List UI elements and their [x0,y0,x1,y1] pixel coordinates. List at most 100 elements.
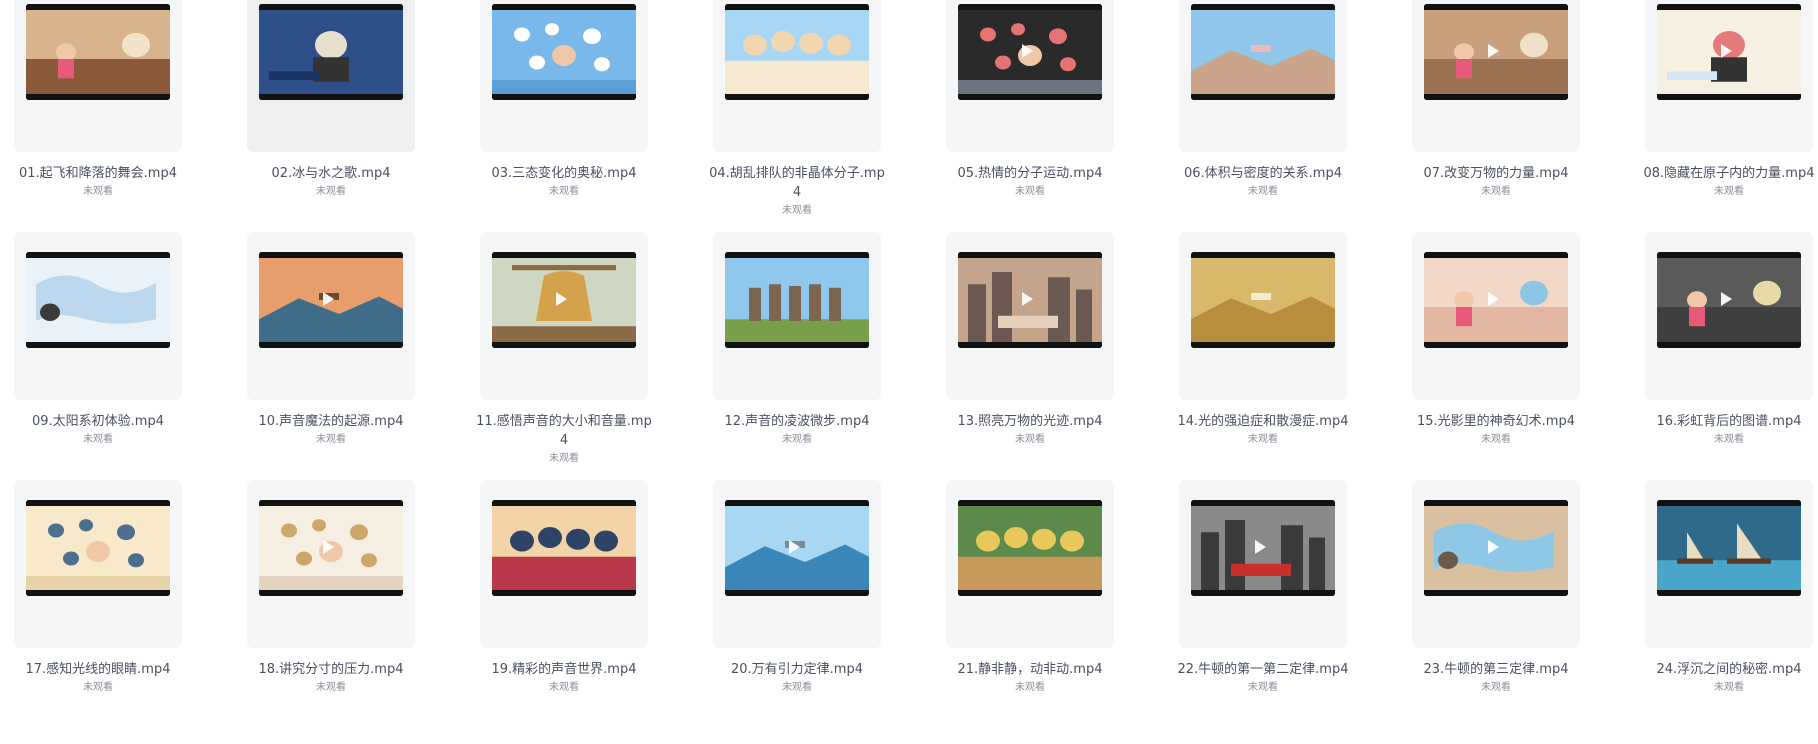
file-name-text[interactable]: 22.牛顿的第一第二定律.mp4 [1178,662,1349,677]
file-item[interactable]: 11.感悟声音的大小和音量.mp4 未观看 [476,232,652,496]
file-card[interactable] [247,0,415,152]
file-name[interactable]: 05.热情的分子运动.mp4 未观看 [940,164,1120,201]
video-thumbnail[interactable] [492,4,636,100]
video-thumbnail[interactable] [1424,4,1568,100]
file-item[interactable]: 16.彩虹背后的图谱.mp4 未观看 [1645,232,1813,496]
file-item[interactable]: 01.起飞和降落的舞会.mp4 未观看 [14,0,182,248]
file-item[interactable]: 21.静非静，动非动.mp4 未观看 [946,480,1114,744]
file-item[interactable]: 02.冰与水之歌.mp4 未观看 [247,0,415,248]
video-thumbnail[interactable] [26,252,170,348]
file-card[interactable] [14,480,182,648]
video-thumbnail[interactable] [1657,252,1801,348]
video-thumbnail[interactable] [958,4,1102,100]
file-item[interactable]: 17.感知光线的眼睛.mp4 未观看 [14,480,182,744]
file-name[interactable]: 17.感知光线的眼睛.mp4 未观看 [8,660,188,697]
file-item[interactable]: 19.精彩的声音世界.mp4 未观看 [480,480,648,744]
file-item[interactable]: 05.热情的分子运动.mp4 未观看 [946,0,1114,248]
file-item[interactable]: 06.体积与密度的关系.mp4 未观看 [1179,0,1347,248]
video-thumbnail[interactable] [26,4,170,100]
file-name[interactable]: 15.光影里的神奇幻术.mp4 未观看 [1406,412,1586,449]
file-name-text[interactable]: 20.万有引力定律.mp4 [731,662,863,677]
file-name[interactable]: 14.光的强迫症和散漫症.mp4 未观看 [1173,412,1353,449]
file-card[interactable] [946,480,1114,648]
file-item[interactable]: 14.光的强迫症和散漫症.mp4 未观看 [1178,232,1349,496]
file-card[interactable] [1645,0,1813,152]
file-card[interactable] [1179,232,1347,400]
video-thumbnail[interactable] [259,500,403,596]
file-name[interactable]: 23.牛顿的第三定律.mp4 未观看 [1406,660,1586,697]
file-name-text[interactable]: 10.声音魔法的起源.mp4 [259,414,404,429]
video-thumbnail[interactable] [725,4,869,100]
file-name-text[interactable]: 23.牛顿的第三定律.mp4 [1424,662,1569,677]
file-card[interactable] [14,0,182,152]
file-item[interactable]: 24.浮沉之间的秘密.mp4 未观看 [1645,480,1813,744]
file-name[interactable]: 07.改变万物的力量.mp4 未观看 [1406,164,1586,201]
file-item[interactable]: 03.三态变化的奥秘.mp4 未观看 [480,0,648,248]
video-thumbnail[interactable] [958,500,1102,596]
video-thumbnail[interactable] [259,252,403,348]
file-name[interactable]: 01.起飞和降落的舞会.mp4 未观看 [8,164,188,201]
file-name[interactable]: 20.万有引力定律.mp4 未观看 [707,660,887,697]
file-card[interactable] [946,232,1114,400]
file-item[interactable]: 12.声音的凌波微步.mp4 未观看 [713,232,881,496]
file-name[interactable]: 21.静非静，动非动.mp4 未观看 [940,660,1120,697]
file-name-text[interactable]: 06.体积与密度的关系.mp4 [1184,166,1342,181]
file-card[interactable] [480,232,648,400]
file-item[interactable]: 08.隐藏在原子内的力量.mp4 未观看 [1644,0,1815,248]
file-card[interactable] [1179,480,1347,648]
file-card[interactable] [1179,0,1347,152]
file-name-text[interactable]: 15.光影里的神奇幻术.mp4 [1417,414,1575,429]
file-name[interactable]: 22.牛顿的第一第二定律.mp4 未观看 [1173,660,1353,697]
file-item[interactable]: 13.照亮万物的光迹.mp4 未观看 [946,232,1114,496]
file-name-text[interactable]: 24.浮沉之间的秘密.mp4 [1657,662,1802,677]
file-card[interactable] [14,232,182,400]
file-name-text[interactable]: 16.彩虹背后的图谱.mp4 [1657,414,1802,429]
video-thumbnail[interactable] [725,500,869,596]
file-card[interactable] [946,0,1114,152]
file-name-text[interactable]: 13.照亮万物的光迹.mp4 [958,414,1103,429]
file-name-text[interactable]: 11.感悟声音的大小和音量.mp4 [476,414,652,448]
file-card[interactable] [247,232,415,400]
video-thumbnail[interactable] [1424,252,1568,348]
file-item[interactable]: 22.牛顿的第一第二定律.mp4 未观看 [1178,480,1349,744]
file-card[interactable] [1645,232,1813,400]
file-item[interactable]: 15.光影里的神奇幻术.mp4 未观看 [1412,232,1580,496]
file-item[interactable]: 04.胡乱排队的非晶体分子.mp4 未观看 [709,0,885,248]
file-card[interactable] [1412,0,1580,152]
file-name[interactable]: 09.太阳系初体验.mp4 未观看 [8,412,188,449]
file-name[interactable]: 08.隐藏在原子内的力量.mp4 未观看 [1639,164,1818,201]
file-item[interactable]: 09.太阳系初体验.mp4 未观看 [14,232,182,496]
file-name-text[interactable]: 08.隐藏在原子内的力量.mp4 [1644,166,1815,181]
file-name-text[interactable]: 17.感知光线的眼睛.mp4 [26,662,171,677]
file-name-text[interactable]: 04.胡乱排队的非晶体分子.mp4 [709,166,885,200]
file-name-text[interactable]: 14.光的强迫症和散漫症.mp4 [1178,414,1349,429]
file-item[interactable]: 07.改变万物的力量.mp4 未观看 [1412,0,1580,248]
video-thumbnail[interactable] [1191,500,1335,596]
file-card[interactable] [247,480,415,648]
video-thumbnail[interactable] [492,252,636,348]
video-thumbnail[interactable] [1191,252,1335,348]
file-name-text[interactable]: 09.太阳系初体验.mp4 [32,414,164,429]
file-name[interactable]: 02.冰与水之歌.mp4 未观看 [241,164,421,201]
file-name-text[interactable]: 12.声音的凌波微步.mp4 [725,414,870,429]
file-name[interactable]: 03.三态变化的奥秘.mp4 未观看 [474,164,654,201]
file-name-text[interactable]: 18.讲究分寸的压力.mp4 [259,662,404,677]
file-card[interactable] [1412,480,1580,648]
video-thumbnail[interactable] [1191,4,1335,100]
file-item[interactable]: 23.牛顿的第三定律.mp4 未观看 [1412,480,1580,744]
file-card[interactable] [713,0,881,152]
file-name-text[interactable]: 03.三态变化的奥秘.mp4 [492,166,637,181]
file-name[interactable]: 19.精彩的声音世界.mp4 未观看 [474,660,654,697]
file-item[interactable]: 10.声音魔法的起源.mp4 未观看 [247,232,415,496]
file-name-text[interactable]: 21.静非静，动非动.mp4 [958,662,1103,677]
file-name-text[interactable]: 19.精彩的声音世界.mp4 [492,662,637,677]
file-name[interactable]: 11.感悟声音的大小和音量.mp4 未观看 [474,412,654,468]
file-name-text[interactable]: 07.改变万物的力量.mp4 [1424,166,1569,181]
file-name[interactable]: 04.胡乱排队的非晶体分子.mp4 未观看 [707,164,887,220]
file-card[interactable] [713,232,881,400]
file-card[interactable] [713,480,881,648]
file-name[interactable]: 10.声音魔法的起源.mp4 未观看 [241,412,421,449]
file-item[interactable]: 18.讲究分寸的压力.mp4 未观看 [247,480,415,744]
file-name[interactable]: 18.讲究分寸的压力.mp4 未观看 [241,660,421,697]
video-thumbnail[interactable] [492,500,636,596]
